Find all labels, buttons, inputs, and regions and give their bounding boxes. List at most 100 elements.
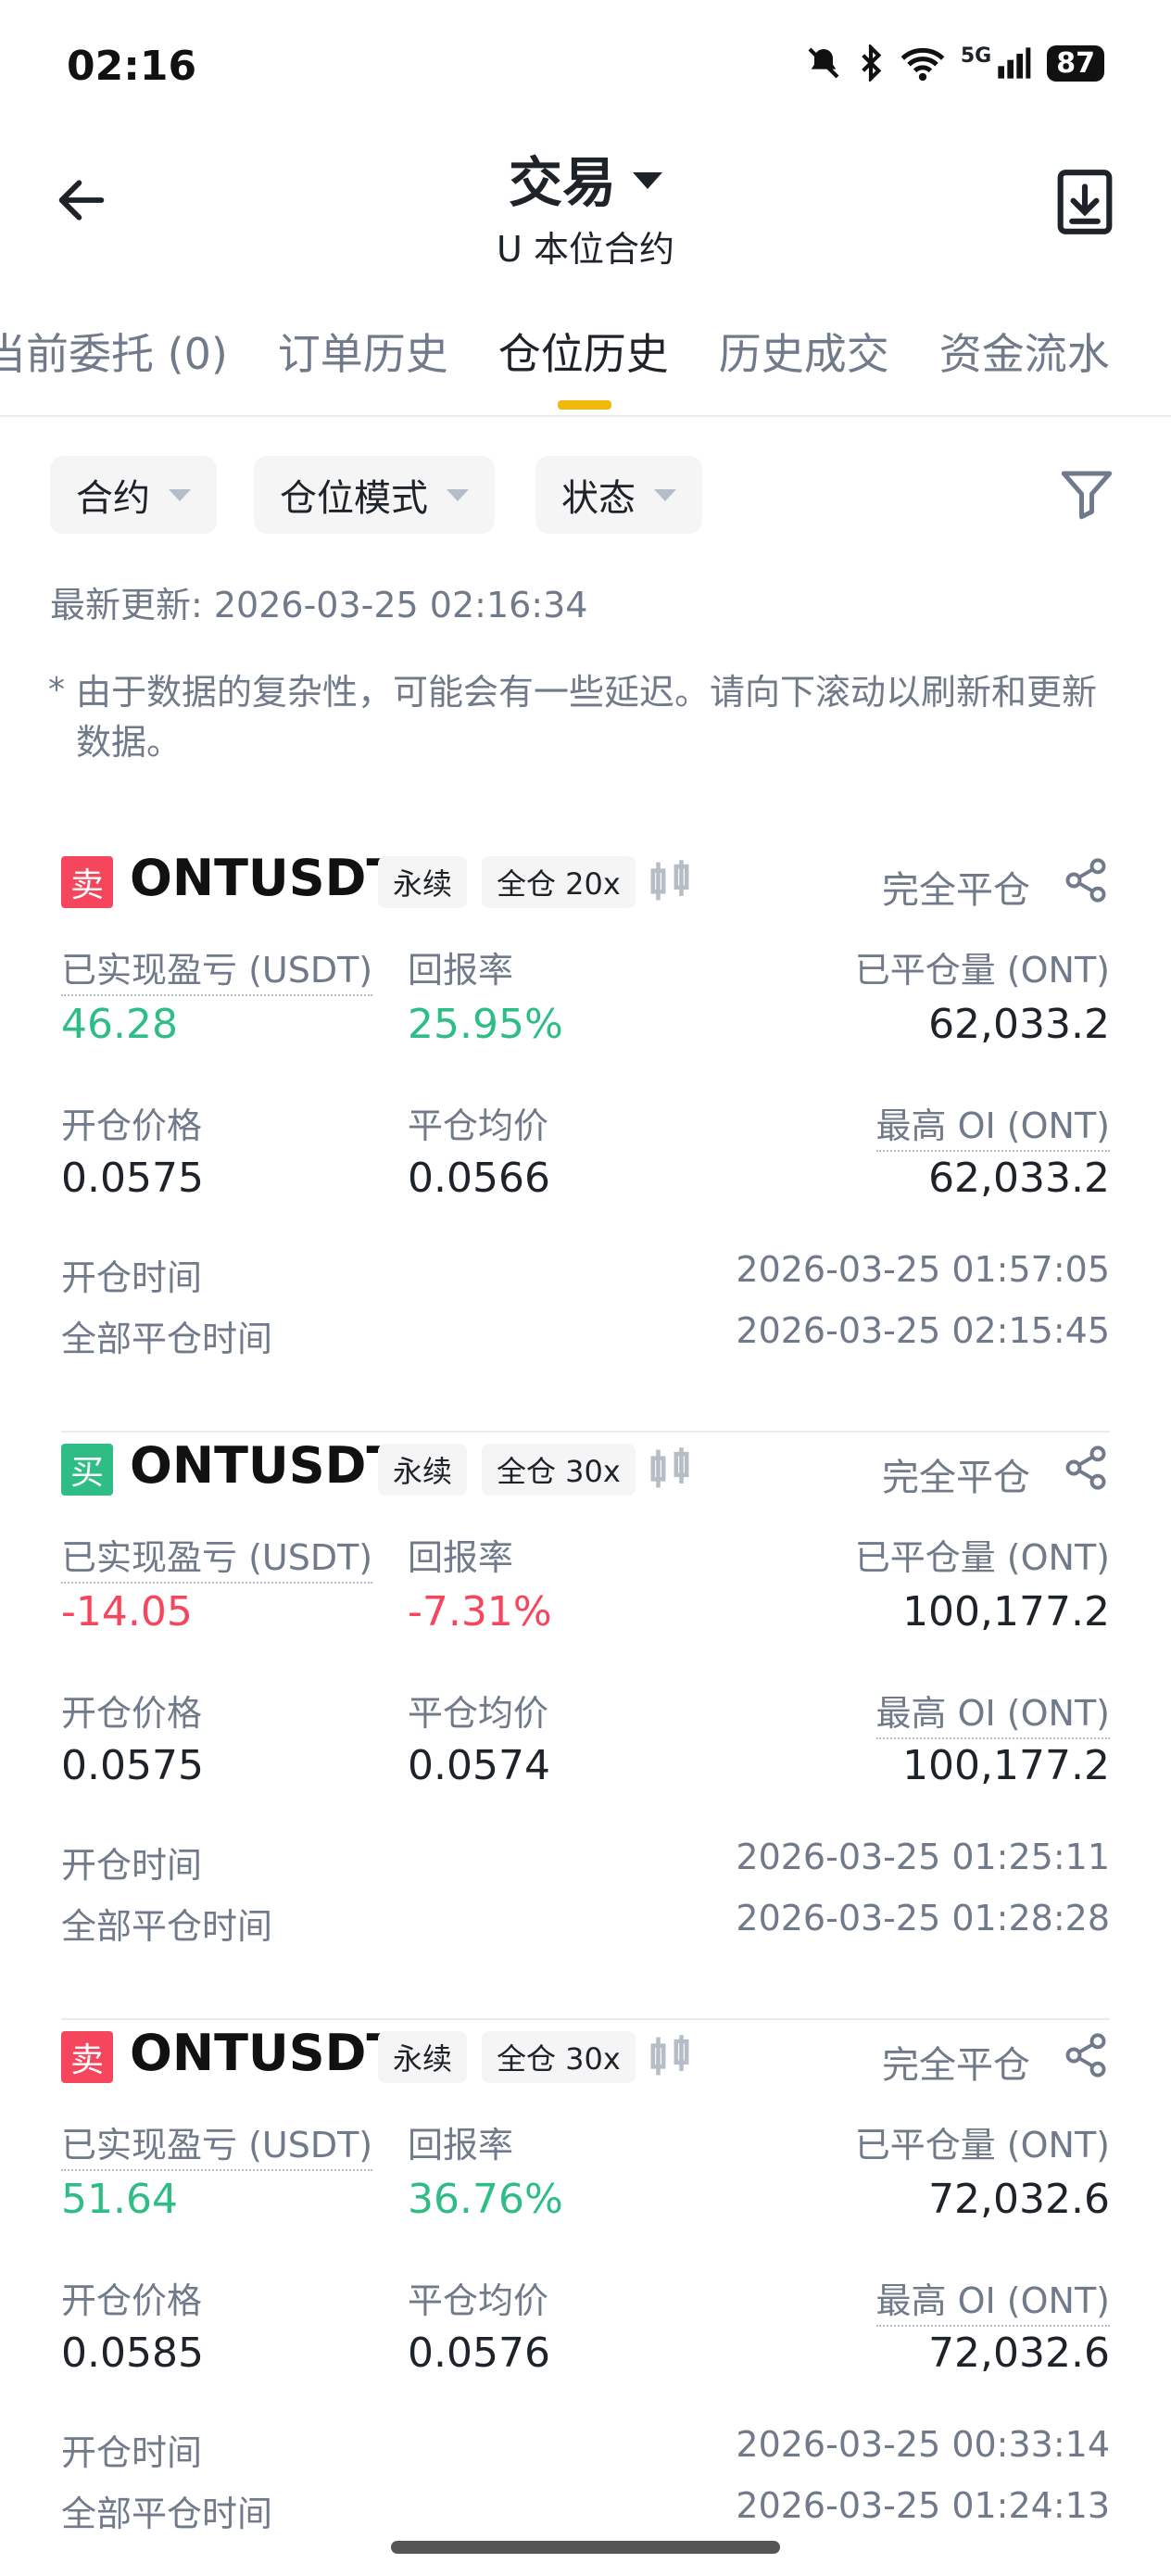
battery-level: 87 xyxy=(1047,44,1104,82)
chevron-down-icon xyxy=(169,488,191,501)
tab-bar: 当前委托 (0) 订单历史 仓位历史 历史成交 资金流水 xyxy=(0,321,1110,382)
bluetooth-icon xyxy=(862,44,882,82)
position-status: 完全平仓 xyxy=(882,2044,1030,2087)
status-time: 02:16 xyxy=(67,43,197,90)
status-icons: 5G 87 xyxy=(805,44,1104,82)
closed-qty-value: 62,033.2 xyxy=(928,1001,1110,1048)
symbol: ONTUSDT xyxy=(130,2024,401,2082)
network-label: 5G xyxy=(960,44,992,68)
kline-icon[interactable] xyxy=(648,1446,691,1492)
delay-note: 由于数据的复杂性，可能会有一些延迟。请向下滚动以刷新和更新数据。 xyxy=(76,672,1098,763)
symbol: ONTUSDT xyxy=(130,1436,401,1495)
roi-label: 回报率 xyxy=(408,950,514,991)
share-icon[interactable] xyxy=(1062,2029,1110,2081)
realized-pnl-value: 51.64 xyxy=(61,2176,178,2223)
position-card[interactable]: 卖 ONTUSDT 永续 全仓 30x 完全平仓 已实现盈亏 (USDT) 回报… xyxy=(61,2020,1110,2576)
realized-pnl-value: -14.05 xyxy=(61,1588,193,1635)
tabs-divider xyxy=(0,415,1171,417)
roi-label: 回报率 xyxy=(408,2125,514,2166)
max-oi-label[interactable]: 最高 OI (ONT) xyxy=(875,1097,1110,1152)
chevron-down-icon xyxy=(447,488,469,501)
position-status: 完全平仓 xyxy=(882,869,1030,912)
open-time-value: 2026-03-25 01:57:05 xyxy=(736,1249,1110,1290)
open-time-value: 2026-03-25 00:33:14 xyxy=(736,2424,1110,2465)
closed-qty-label: 已平仓量 (ONT) xyxy=(854,950,1110,991)
closed-qty-label: 已平仓量 (ONT) xyxy=(854,1537,1110,1578)
kline-icon[interactable] xyxy=(648,2033,691,2079)
share-icon[interactable] xyxy=(1062,854,1110,906)
realized-pnl-label[interactable]: 已实现盈亏 (USDT) xyxy=(61,941,373,996)
max-oi-label[interactable]: 最高 OI (ONT) xyxy=(875,1685,1110,1739)
position-card[interactable]: 买 ONTUSDT 永续 全仓 30x 完全平仓 已实现盈亏 (USDT) 回报… xyxy=(61,1433,1110,2020)
closed-qty-label: 已平仓量 (ONT) xyxy=(854,2125,1110,2166)
filter-status[interactable]: 状态 xyxy=(535,456,702,534)
roi-label: 回报率 xyxy=(408,1537,514,1578)
open-time-label: 开仓时间 xyxy=(61,2432,203,2473)
last-updated: 最新更新: 2026-03-25 02:16:34 xyxy=(50,585,588,625)
tab-transaction-history[interactable]: 资金流水 xyxy=(939,321,1110,382)
closed-qty-value: 100,177.2 xyxy=(902,1588,1110,1635)
closed-qty-value: 72,032.6 xyxy=(928,2176,1110,2223)
home-indicator[interactable] xyxy=(391,2541,780,2554)
entry-price-label: 开仓价格 xyxy=(61,1105,203,1146)
mute-bell-icon xyxy=(808,47,839,79)
page-title: 交易 xyxy=(508,151,616,214)
max-oi-value: 100,177.2 xyxy=(902,1742,1110,1789)
margin-mode-tag: 全仓 30x xyxy=(482,2031,636,2083)
share-icon[interactable] xyxy=(1062,1442,1110,1494)
avg-close-price-label: 平仓均价 xyxy=(408,1693,549,1734)
contract-type-tag: 永续 xyxy=(378,856,468,908)
entry-price-value: 0.0585 xyxy=(61,2330,204,2377)
filter-label: 仓位模式 xyxy=(280,477,428,520)
tab-position-history[interactable]: 仓位历史 xyxy=(498,321,669,382)
kline-icon[interactable] xyxy=(648,858,691,904)
filter-label: 状态 xyxy=(561,477,636,520)
close-time-label: 全部平仓时间 xyxy=(61,1906,273,1947)
open-time-label: 开仓时间 xyxy=(61,1845,203,1886)
margin-mode-tag: 全仓 20x xyxy=(482,856,636,908)
avg-close-price-value: 0.0576 xyxy=(408,2330,550,2377)
download-icon[interactable] xyxy=(1056,169,1114,235)
contract-type-tag: 永续 xyxy=(378,1444,468,1496)
contract-type-tag: 永续 xyxy=(378,2031,468,2083)
roi-value: -7.31% xyxy=(408,1588,552,1635)
roi-value: 36.76% xyxy=(408,2176,563,2223)
filter-contract[interactable]: 合约 xyxy=(50,456,217,534)
realized-pnl-value: 46.28 xyxy=(61,1001,178,1048)
close-time-value: 2026-03-25 02:15:45 xyxy=(736,1310,1110,1351)
margin-mode-tag: 全仓 30x xyxy=(482,1444,636,1496)
signal-icon xyxy=(998,47,1031,79)
tab-open-orders[interactable]: 当前委托 (0) xyxy=(0,321,228,382)
realized-pnl-label[interactable]: 已实现盈亏 (USDT) xyxy=(61,2116,373,2171)
tab-order-history[interactable]: 订单历史 xyxy=(278,321,448,382)
side-badge: 买 xyxy=(61,1444,113,1496)
note-asterisk: * xyxy=(48,671,65,709)
title-dropdown[interactable]: 交易 xyxy=(0,139,1171,217)
avg-close-price-label: 平仓均价 xyxy=(408,1105,549,1146)
filter-position-mode[interactable]: 仓位模式 xyxy=(254,456,495,534)
page-subtitle: U 本位合约 xyxy=(497,229,674,270)
avg-close-price-value: 0.0574 xyxy=(408,1742,550,1789)
entry-price-label: 开仓价格 xyxy=(61,2280,203,2321)
entry-price-value: 0.0575 xyxy=(61,1742,204,1789)
filter-icon[interactable] xyxy=(1056,463,1117,524)
avg-close-price-value: 0.0566 xyxy=(408,1155,550,1202)
max-oi-label[interactable]: 最高 OI (ONT) xyxy=(875,2272,1110,2327)
realized-pnl-label[interactable]: 已实现盈亏 (USDT) xyxy=(61,1529,373,1584)
filter-label: 合约 xyxy=(76,477,150,520)
active-tab-indicator xyxy=(558,400,611,410)
side-badge: 卖 xyxy=(61,2031,113,2083)
symbol: ONTUSDT xyxy=(130,849,401,907)
open-time-label: 开仓时间 xyxy=(61,1257,203,1298)
side-badge: 卖 xyxy=(61,856,113,908)
position-card[interactable]: 卖 ONTUSDT 永续 全仓 20x 完全平仓 已实现盈亏 (USDT) 回报… xyxy=(61,845,1110,1433)
entry-price-value: 0.0575 xyxy=(61,1155,204,1202)
roi-value: 25.95% xyxy=(408,1001,563,1048)
max-oi-value: 62,033.2 xyxy=(928,1155,1110,1202)
close-time-value: 2026-03-25 01:24:13 xyxy=(736,2485,1110,2526)
avg-close-price-label: 平仓均价 xyxy=(408,2280,549,2321)
position-status: 完全平仓 xyxy=(882,1457,1030,1499)
entry-price-label: 开仓价格 xyxy=(61,1693,203,1734)
open-time-value: 2026-03-25 01:25:11 xyxy=(736,1837,1110,1877)
tab-trade-history[interactable]: 历史成交 xyxy=(719,321,889,382)
